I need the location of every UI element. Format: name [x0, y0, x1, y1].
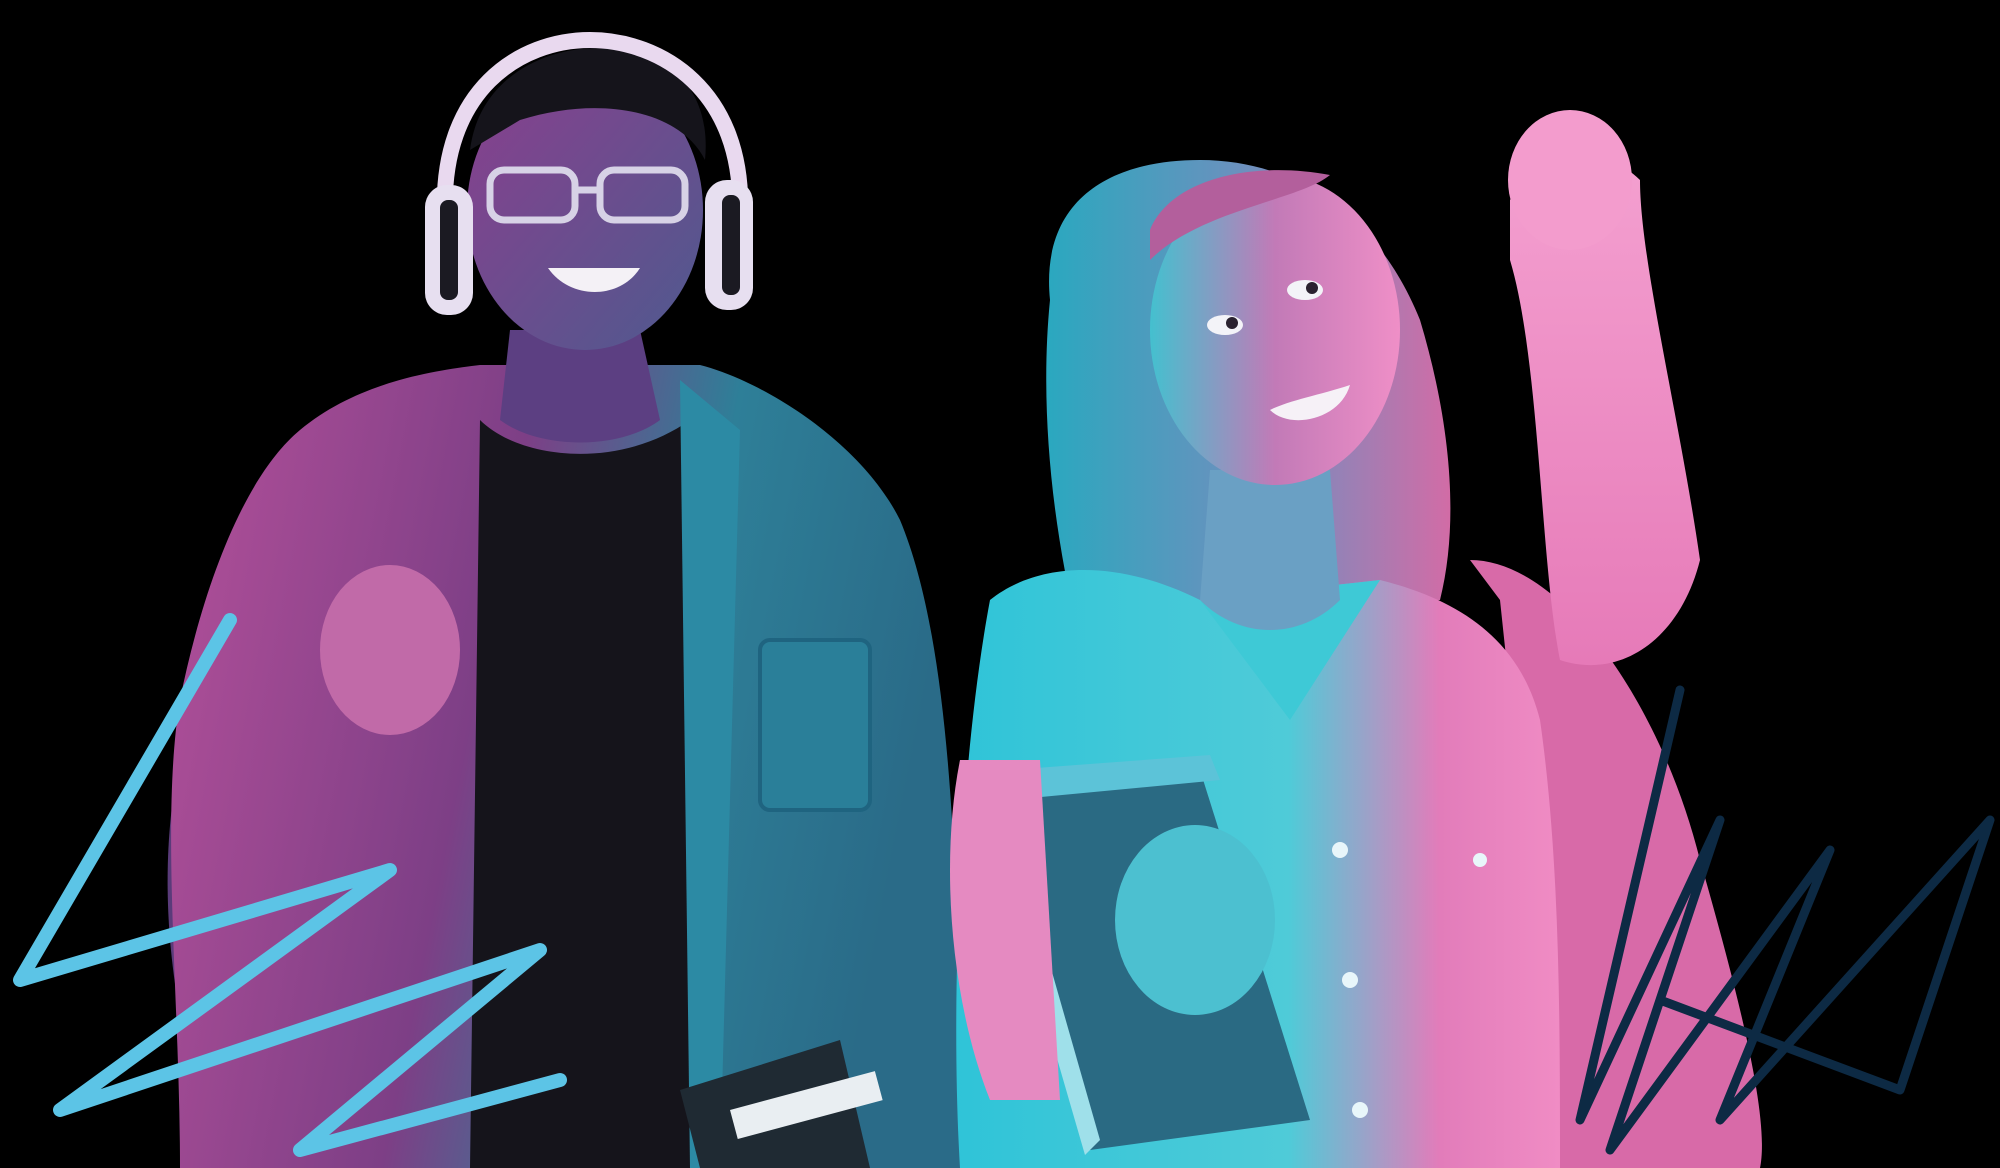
t-shirt — [470, 420, 700, 1168]
student-left — [167, 31, 961, 1168]
hero-image — [0, 0, 2000, 1168]
duotone-illustration — [13, 31, 1995, 1168]
hand-left — [320, 565, 460, 735]
hand-right — [1115, 825, 1275, 1015]
fist — [1508, 110, 1632, 250]
student-right — [950, 110, 1762, 1168]
